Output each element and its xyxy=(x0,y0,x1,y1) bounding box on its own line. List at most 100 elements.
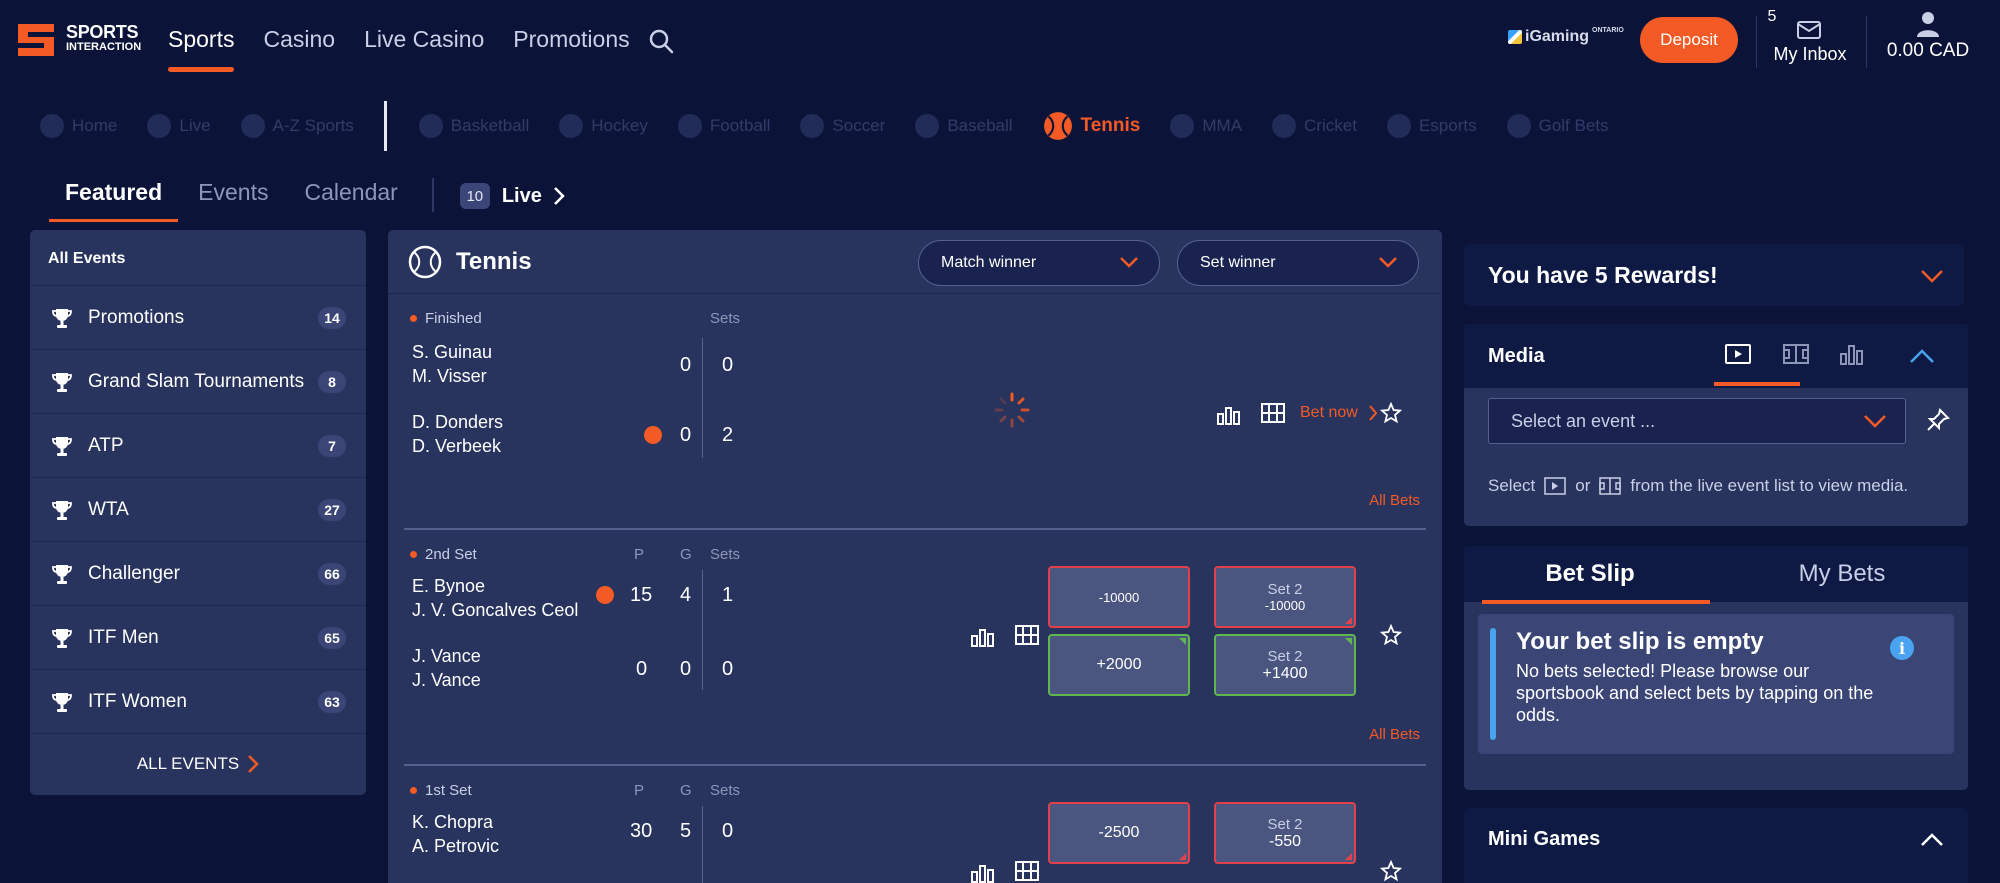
field-tracker-icon[interactable] xyxy=(1014,624,1040,646)
tennis-icon xyxy=(408,245,442,278)
sport-baseball[interactable]: Baseball xyxy=(915,114,1013,138)
sidebar-item[interactable]: WTA 27 xyxy=(30,478,366,542)
sidebar-item[interactable]: ITF Men 65 xyxy=(30,606,366,670)
chevron-right-icon xyxy=(1369,405,1378,421)
soccer-icon xyxy=(800,114,825,138)
col-games: G xyxy=(680,782,692,799)
sport-az[interactable]: A-Z Sports xyxy=(240,114,354,138)
sidebar-item-count: 7 xyxy=(318,434,346,457)
all-bets-link[interactable]: All Bets xyxy=(1369,726,1420,743)
score-divider xyxy=(702,806,703,883)
odds-button[interactable]: Set 2 -10000 xyxy=(1214,566,1356,628)
nav-casino[interactable]: Casino xyxy=(263,26,335,70)
status-label: Finished xyxy=(425,310,482,327)
cricket-icon xyxy=(1272,114,1297,138)
odds-value: -550 xyxy=(1268,832,1302,850)
odds-button[interactable]: Set 2 +1400 xyxy=(1214,634,1356,696)
sport-tennis[interactable]: Tennis xyxy=(1043,111,1140,141)
sidebar-item-count: 66 xyxy=(318,562,346,585)
score-games: 4 xyxy=(680,584,692,606)
col-games: G xyxy=(680,546,692,563)
video-play-icon[interactable] xyxy=(1724,342,1752,366)
top-navigation: Sports Casino Live Casino Promotions xyxy=(168,26,659,72)
field-tracker-icon[interactable] xyxy=(1260,402,1286,424)
pin-icon[interactable] xyxy=(1926,408,1950,432)
sidebar-item[interactable]: ITF Women 63 xyxy=(30,670,366,734)
empty-text: No bets selected! Please browse our spor… xyxy=(1516,661,1874,725)
field-tracker-icon[interactable] xyxy=(1014,860,1040,882)
stats-chart-icon[interactable] xyxy=(970,626,996,648)
odds-market: Set 2 xyxy=(1267,581,1303,598)
mini-games-panel[interactable]: Mini Games xyxy=(1464,808,1968,883)
live-tab-label[interactable]: Live xyxy=(502,185,542,208)
sidebar-item[interactable]: ATP 7 xyxy=(30,414,366,478)
sidebar-item[interactable]: Challenger 66 xyxy=(30,542,366,606)
all-events-label: ALL EVENTS xyxy=(136,754,240,773)
odds-button[interactable]: +2000 xyxy=(1048,634,1190,696)
favorite-star-icon[interactable] xyxy=(1380,402,1402,424)
match-row-3: 1st Set P G Sets K. Chopra A. Petrovic 3… xyxy=(404,766,1426,883)
match-winner-dropdown[interactable]: Match winner xyxy=(918,240,1160,286)
sport-live-label: Live xyxy=(179,116,211,135)
tab-my-bets[interactable]: My Bets xyxy=(1716,546,1968,602)
odds-button[interactable]: -2500 xyxy=(1048,802,1190,864)
chevron-right-icon[interactable] xyxy=(552,185,566,207)
stats-chart-icon[interactable] xyxy=(970,862,996,883)
sport-football[interactable]: Football xyxy=(677,114,770,138)
odds-up-indicator xyxy=(1345,638,1352,645)
score-sets: 1 xyxy=(722,584,734,606)
stats-chart-icon[interactable] xyxy=(1838,342,1866,366)
media-panel: Media Select an event ... Select or from… xyxy=(1464,324,1968,526)
sidebar-item[interactable]: Promotions 14 xyxy=(30,286,366,350)
deposit-button[interactable]: Deposit xyxy=(1640,17,1738,63)
sidebar-item-label: Challenger xyxy=(88,562,180,584)
favorite-star-icon[interactable] xyxy=(1380,624,1402,646)
sport-home[interactable]: Home xyxy=(40,114,117,138)
trophy-icon xyxy=(52,564,72,584)
header-divider xyxy=(1756,16,1757,68)
nav-sports[interactable]: Sports xyxy=(168,26,235,72)
field-tracker-icon[interactable] xyxy=(1782,342,1810,366)
player-name: J. V. Goncalves Ceol xyxy=(412,600,579,620)
igaming-ontario-label: ONTARIO xyxy=(1592,26,1624,34)
sport-live[interactable]: Live xyxy=(147,114,211,138)
sport-hockey[interactable]: Hockey xyxy=(559,114,648,138)
account-button[interactable]: 0.00 CAD xyxy=(1880,10,1976,62)
sport-basketball[interactable]: Basketball xyxy=(418,114,529,138)
player-name: D. Verbeek xyxy=(412,436,502,456)
tab-calendar[interactable]: Calendar xyxy=(304,179,397,219)
odds-button[interactable]: Set 2 -550 xyxy=(1214,802,1356,864)
sport-soccer[interactable]: Soccer xyxy=(800,114,885,138)
sport-mma[interactable]: MMA xyxy=(1170,114,1242,138)
sport-golf[interactable]: Golf Bets xyxy=(1506,114,1609,138)
tab-featured[interactable]: Featured xyxy=(48,179,179,222)
home-icon xyxy=(40,114,64,138)
set-winner-dropdown[interactable]: Set winner xyxy=(1177,240,1419,286)
chevron-up-icon[interactable] xyxy=(1908,346,1936,366)
rewards-banner[interactable]: You have 5 Rewards! xyxy=(1464,244,1964,306)
sidebar-item-count: 8 xyxy=(318,370,346,393)
search-icon[interactable] xyxy=(648,28,674,54)
event-select[interactable]: Select an event ... xyxy=(1488,398,1906,444)
match-status: Finished xyxy=(410,310,482,327)
nav-live-casino[interactable]: Live Casino xyxy=(364,26,484,70)
sidebar-item[interactable]: Grand Slam Tournaments 8 xyxy=(30,350,366,414)
col-sets: Sets xyxy=(710,782,741,799)
tab-events[interactable]: Events xyxy=(198,179,268,219)
sport-mma-label: MMA xyxy=(1202,116,1243,135)
stats-chart-icon[interactable] xyxy=(1216,404,1242,426)
all-bets-link[interactable]: All Bets xyxy=(1369,492,1420,509)
sport-esports[interactable]: Esports xyxy=(1386,114,1477,138)
score-sets: 0 xyxy=(722,820,734,842)
sports-bar-divider xyxy=(383,101,387,151)
nav-promotions[interactable]: Promotions xyxy=(513,26,629,70)
bet-now-link[interactable]: Bet now xyxy=(1300,404,1378,422)
odds-button[interactable]: -10000 xyxy=(1048,566,1190,628)
col-points: P xyxy=(634,782,645,799)
all-events-link[interactable]: ALL EVENTS xyxy=(30,734,366,794)
tab-bet-slip[interactable]: Bet Slip xyxy=(1464,546,1716,604)
field-tracker-icon xyxy=(1599,477,1622,495)
sport-cricket[interactable]: Cricket xyxy=(1272,114,1357,138)
brand-logo[interactable]: SPORTS INTERACTION xyxy=(14,20,141,60)
favorite-star-icon[interactable] xyxy=(1380,860,1402,882)
